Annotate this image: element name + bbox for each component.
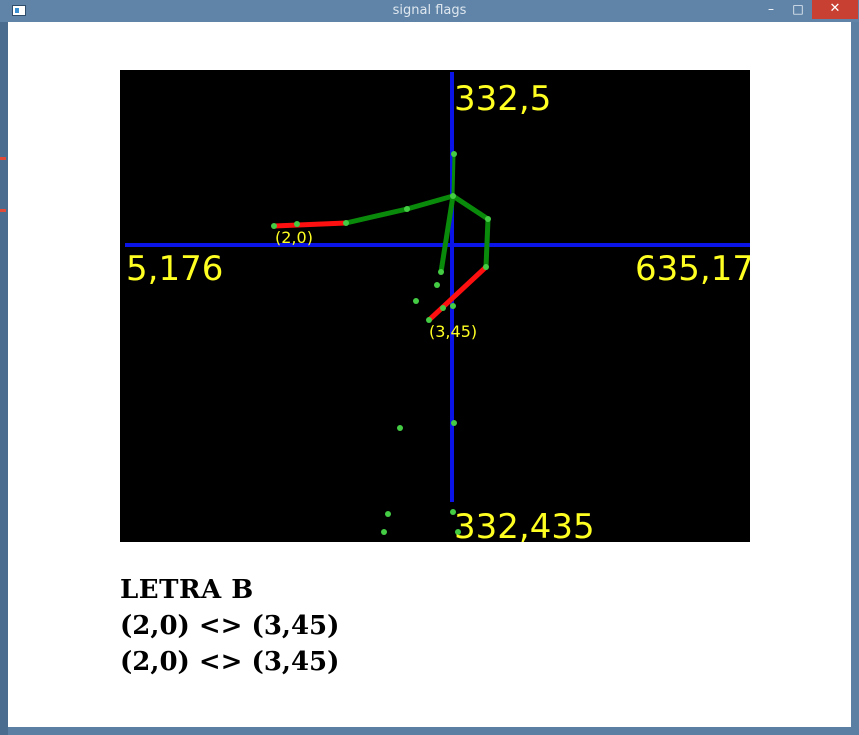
joint (294, 221, 300, 227)
joint (438, 269, 444, 275)
app-window: signal flags – □ ✕ 332,5 5,176 635,17 33… (0, 0, 859, 735)
maximize-button[interactable]: □ (784, 0, 812, 19)
right-arm-label: (3,45) (429, 322, 478, 341)
angles-line-1: (2,0) <> (3,45) (120, 611, 340, 641)
joint (385, 511, 391, 517)
window-title: signal flags (392, 3, 467, 18)
right-flag (427, 265, 488, 322)
skeleton-left-arm (345, 193, 454, 226)
background-window-edge (0, 22, 8, 735)
close-button[interactable]: ✕ (812, 0, 858, 19)
skeleton-right-arm (451, 193, 491, 268)
joint (440, 305, 446, 311)
bottom-coordinate-label: 332,435 (454, 507, 595, 542)
joint (451, 420, 457, 426)
camera-canvas: 332,5 5,176 635,176 332,435 (2,0) (3,45) (120, 70, 750, 542)
joint (397, 425, 403, 431)
joint (413, 298, 419, 304)
left-flag (273, 220, 347, 229)
joint-points (271, 151, 491, 535)
right-coordinate-label: 635,176 (635, 249, 750, 289)
skeleton-drawing (125, 72, 750, 535)
skeleton-spine (451, 153, 456, 197)
left-coordinate-label: 5,176 (126, 249, 224, 289)
joint (381, 529, 387, 535)
top-coordinate-label: 332,5 (454, 79, 552, 119)
joint (450, 193, 456, 199)
angles-line-2: (2,0) <> (3,45) (120, 647, 340, 677)
left-arm-label: (2,0) (275, 228, 313, 247)
title-bar[interactable]: signal flags – □ ✕ (0, 0, 859, 22)
joint (434, 282, 440, 288)
joint (343, 220, 349, 226)
joint (483, 264, 489, 270)
minimize-button[interactable]: – (757, 0, 785, 19)
joint (485, 216, 491, 222)
letter-result: LETRA B (120, 575, 254, 605)
joint (451, 151, 457, 157)
joint (404, 206, 410, 212)
signal-info: LETRA B (2,0) <> (3,45) (2,0) <> (3,45) (120, 572, 339, 680)
joint (450, 303, 456, 309)
